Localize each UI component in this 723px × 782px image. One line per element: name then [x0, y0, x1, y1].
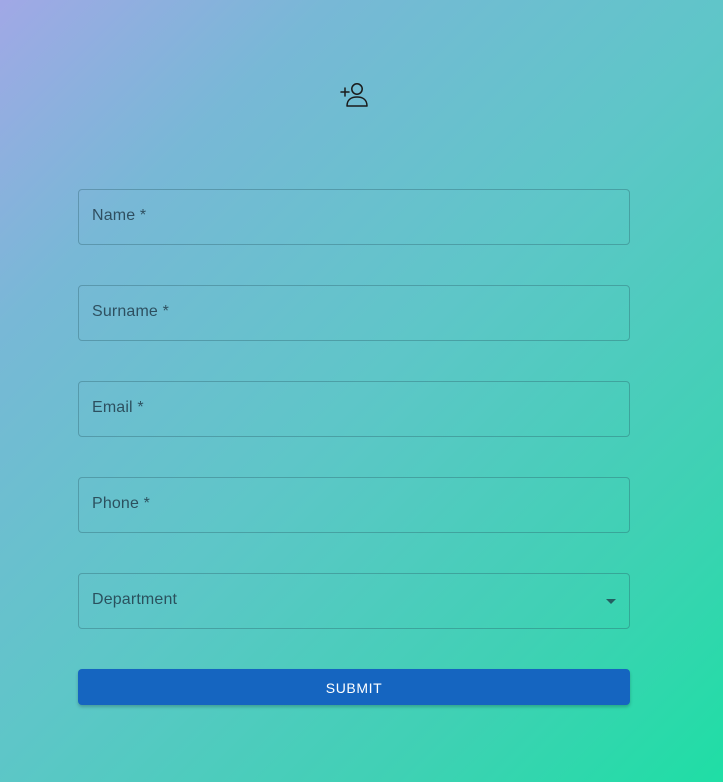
- department-select[interactable]: Department: [78, 573, 630, 629]
- person-add-icon: [340, 83, 368, 107]
- department-select-label: Department: [92, 591, 178, 608]
- name-field[interactable]: Name *: [78, 189, 630, 245]
- submit-button[interactable]: SUBMIT: [78, 669, 630, 705]
- chevron-down-icon[interactable]: [606, 599, 616, 604]
- registration-page: Name * Surname * Email * Phone * Departm…: [0, 0, 723, 782]
- email-input[interactable]: [79, 382, 629, 436]
- email-field[interactable]: Email *: [78, 381, 630, 437]
- phone-input[interactable]: [79, 478, 629, 532]
- registration-form: Name * Surname * Email * Phone * Departm…: [78, 189, 630, 669]
- phone-field[interactable]: Phone *: [78, 477, 630, 533]
- surname-input[interactable]: [79, 286, 629, 340]
- name-input[interactable]: [79, 190, 629, 244]
- surname-field[interactable]: Surname *: [78, 285, 630, 341]
